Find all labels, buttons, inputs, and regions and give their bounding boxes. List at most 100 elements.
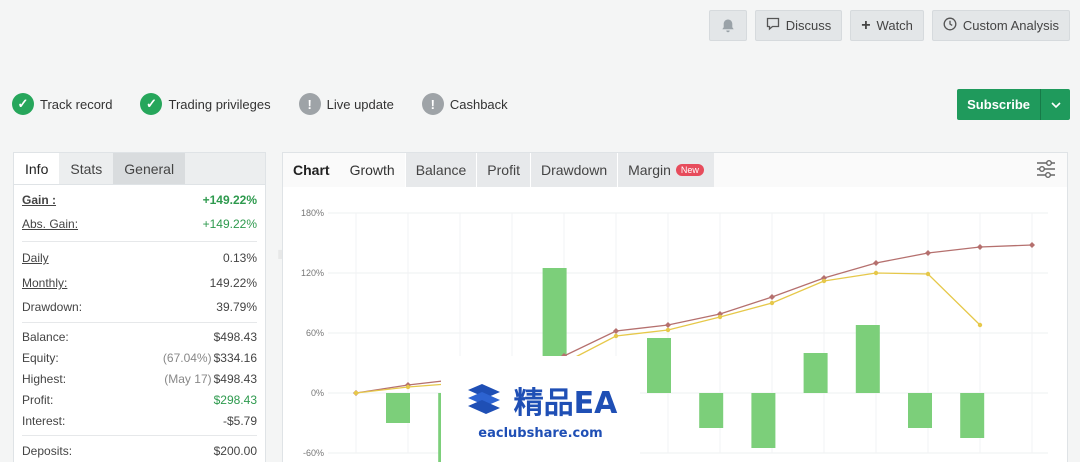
stat-value: +149.22%: [202, 193, 257, 207]
stacked-layers-logo-icon: [467, 383, 500, 414]
stat-sub: (May 17): [164, 371, 212, 386]
stat-value: +149.22%: [202, 217, 257, 231]
notifications-button[interactable]: [708, 10, 747, 41]
bar: [751, 393, 776, 448]
badge-cashback[interactable]: ! Cashback: [421, 93, 508, 115]
watch-button[interactable]: + Watch: [850, 10, 924, 41]
stat-row-gain: Gain : +149.22%: [22, 189, 257, 211]
tab-margin[interactable]: Margin New: [617, 153, 714, 187]
ea-badge-top: 精品EA: [464, 378, 618, 422]
series-point: [873, 270, 879, 276]
stat-label: Profit:: [22, 392, 54, 407]
subscribe-label: Subscribe: [967, 97, 1030, 112]
stat-label: Interest:: [22, 413, 66, 428]
exclamation-icon: !: [421, 93, 444, 115]
tab-growth[interactable]: Growth: [340, 153, 405, 187]
exclamation-icon: !: [298, 93, 321, 115]
stat-value: (67.04%) $334.16: [163, 351, 257, 365]
settings-sliders-icon[interactable]: [1035, 159, 1057, 179]
info-tabs: Info Stats General: [14, 153, 265, 185]
series-point: [821, 278, 827, 284]
discuss-label: Discuss: [785, 18, 832, 33]
stat-label: Deposits:: [22, 444, 73, 458]
ea-watermark-badge: 精品EA eaclubshare.com: [441, 356, 640, 462]
stat-label[interactable]: Daily: [22, 251, 49, 265]
bar: [960, 393, 985, 438]
badge-label: Track record: [40, 96, 113, 112]
stat-label[interactable]: Gain :: [22, 193, 56, 207]
series-point: [977, 244, 983, 250]
top-actions: Discuss + Watch Custom Analysis: [708, 10, 1070, 41]
series-point: [613, 333, 619, 339]
y-tick-label: 120%: [301, 268, 324, 278]
divider: [22, 241, 257, 242]
discuss-button[interactable]: Discuss: [754, 10, 843, 41]
series-point: [769, 300, 775, 306]
y-tick-label: 0%: [311, 388, 324, 398]
series-point: [353, 390, 359, 396]
chat-icon: [766, 17, 780, 34]
tab-drawdown[interactable]: Drawdown: [529, 153, 618, 187]
new-badge: New: [675, 164, 704, 176]
growth-chart: 180% 120% 60% 0% -60%: [301, 208, 1048, 462]
stat-value: -$5.79: [222, 413, 257, 428]
stat-value: 0.13%: [222, 251, 257, 265]
badge-label: Trading privileges: [168, 96, 271, 112]
badge-track-record[interactable]: ✓ Track record: [12, 93, 112, 115]
custom-analysis-button[interactable]: Custom Analysis: [931, 10, 1070, 41]
check-icon: ✓: [140, 93, 163, 115]
y-tick-label: -60%: [303, 448, 324, 458]
tab-balance[interactable]: Balance: [404, 153, 477, 187]
bar: [803, 353, 828, 393]
bell-icon: [721, 19, 734, 32]
y-tick-label: 180%: [301, 208, 324, 218]
stat-label[interactable]: Abs. Gain:: [22, 217, 78, 231]
stat-row-drawdown: Drawdown: 39.79%: [22, 296, 257, 318]
stat-label[interactable]: Monthly:: [22, 276, 67, 290]
y-tick-label: 60%: [306, 328, 324, 338]
series-point: [1029, 242, 1035, 248]
series-point: [925, 271, 931, 277]
stat-label: Drawdown:: [22, 300, 83, 314]
stat-row-monthly: Monthly: 149.22%: [22, 270, 257, 296]
stat-value: 149.22%: [209, 276, 257, 290]
ea-title: 精品EA: [513, 385, 618, 421]
chevron-down-icon[interactable]: [1040, 89, 1070, 120]
stat-value: (May 17) $498.43: [164, 372, 257, 386]
stat-value: $498.43: [213, 330, 257, 344]
stat-row-profit: Profit: $298.43: [22, 389, 257, 410]
plus-icon: +: [861, 16, 871, 34]
subscribe-button[interactable]: Subscribe: [957, 89, 1070, 120]
series-point: [665, 322, 671, 328]
tab-general[interactable]: General: [113, 153, 186, 184]
tab-chart[interactable]: Chart: [283, 153, 340, 187]
stat-sub: (67.04%): [162, 350, 212, 365]
chart-tabs: Chart Growth Balance Profit Drawdown Mar…: [283, 153, 1067, 187]
tab-info[interactable]: Info: [14, 153, 60, 184]
info-panel: Info Stats General Gain : +149.22% Abs. …: [13, 152, 266, 462]
stat-row-daily: Daily 0.13%: [22, 246, 257, 270]
stat-label: Highest:: [22, 371, 67, 386]
stat-label: Equity:: [22, 350, 59, 365]
tab-profit[interactable]: Profit: [476, 153, 530, 187]
stat-value: $298.43: [213, 392, 257, 407]
badge-trading-privileges[interactable]: ✓ Trading privileges: [140, 93, 271, 115]
divider: [22, 435, 257, 436]
badge-live-update[interactable]: ! Live update: [298, 93, 394, 115]
tab-stats[interactable]: Stats: [59, 153, 113, 184]
bar: [386, 393, 410, 423]
ea-url: eaclubshare.com: [478, 425, 603, 441]
stat-row-interest: Interest: -$5.79: [22, 410, 257, 431]
bar: [908, 393, 932, 428]
divider: [22, 322, 257, 323]
bar: [855, 325, 880, 393]
stat-value-text: $498.43: [213, 371, 257, 386]
watch-label: Watch: [876, 18, 913, 33]
series-point: [405, 384, 411, 390]
series-point: [873, 260, 879, 266]
stat-value-text: $334.16: [213, 350, 257, 365]
check-icon: ✓: [12, 93, 34, 115]
clock-icon: [943, 17, 957, 34]
stat-row-equity: Equity: (67.04%) $334.16: [22, 347, 257, 368]
stat-row-deposits: Deposits: $200.00: [22, 440, 257, 462]
